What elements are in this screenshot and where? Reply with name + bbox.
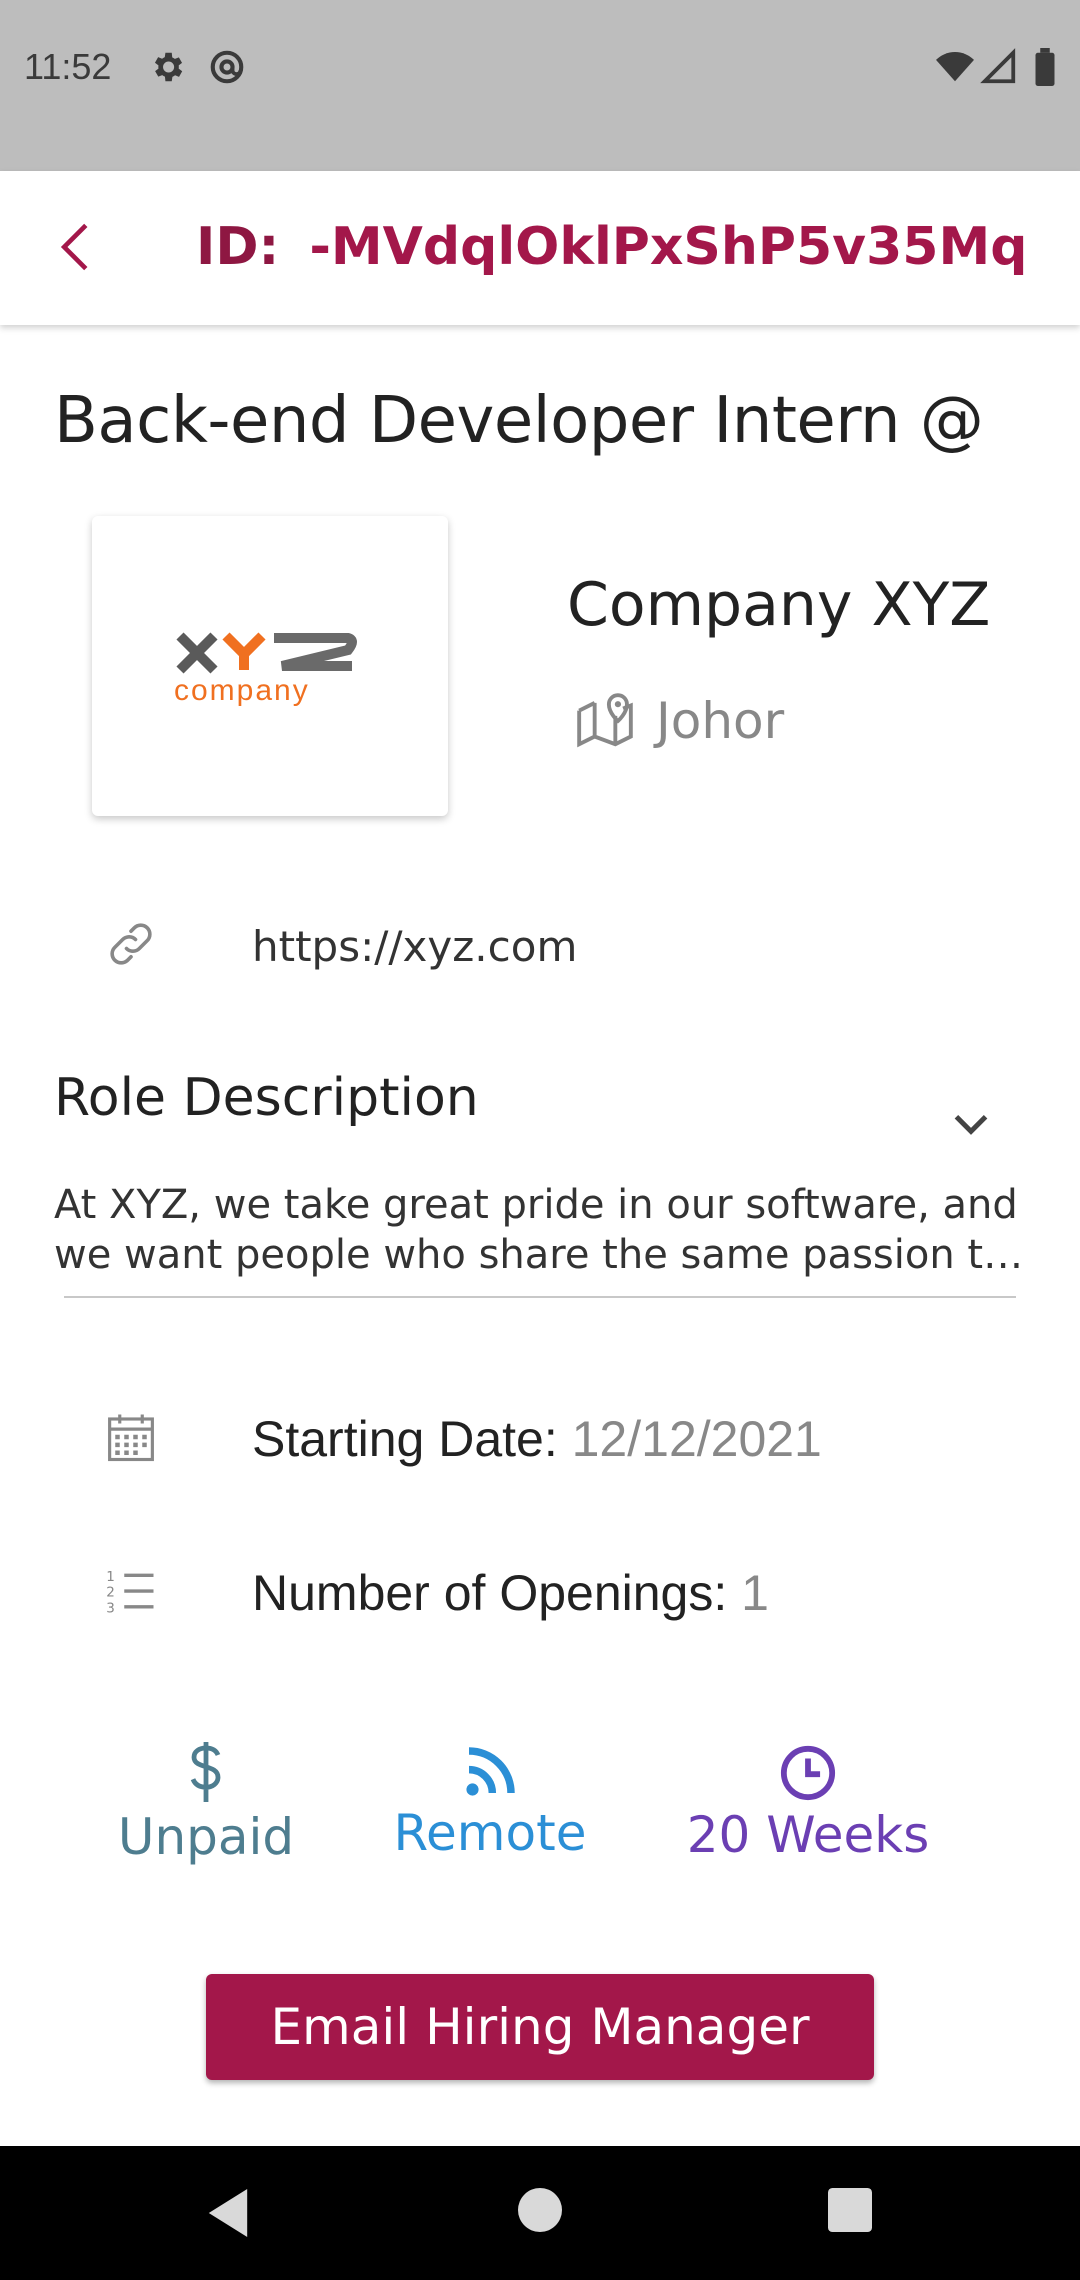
divider bbox=[64, 1296, 1016, 1298]
clock-icon bbox=[780, 1745, 836, 1801]
wifi-icon bbox=[936, 52, 974, 82]
starting-date-label: Starting Date: bbox=[252, 1411, 558, 1467]
starting-date-value: 12/12/2021 bbox=[571, 1411, 822, 1467]
svg-text:2: 2 bbox=[106, 1585, 115, 1601]
tag-label: Remote bbox=[393, 1804, 587, 1862]
at-sign-icon bbox=[210, 50, 244, 84]
starting-date: Starting Date: 12/12/2021 bbox=[252, 1410, 822, 1468]
role-description-line: we want people who share the same passio… bbox=[54, 1232, 1034, 1278]
status-bar: 11:52 bbox=[0, 0, 1080, 171]
tag-duration: 20 Weeks bbox=[670, 1744, 946, 1864]
battery-icon bbox=[1035, 48, 1055, 86]
back-button[interactable] bbox=[40, 207, 110, 287]
tag-label: Unpaid bbox=[117, 1808, 295, 1866]
page-title: ID: -MVdqlOklPxShP5v35Mq bbox=[196, 217, 1027, 277]
url-icon-wrap bbox=[104, 917, 158, 971]
settings-gear-icon bbox=[154, 52, 183, 82]
system-nav-bar bbox=[0, 2146, 1080, 2280]
company-name: Company XYZ bbox=[567, 570, 991, 640]
list-icon-wrap: 1 2 3 bbox=[104, 1564, 158, 1618]
company-logo-card: company bbox=[92, 516, 448, 816]
app-bar: ID: -MVdqlOklPxShP5v35Mq bbox=[0, 171, 1080, 325]
link-icon bbox=[110, 923, 152, 965]
tag-label: 20 Weeks bbox=[686, 1806, 930, 1864]
nav-back-icon[interactable] bbox=[204, 2186, 252, 2240]
svg-text:3: 3 bbox=[106, 1600, 115, 1616]
number-of-openings: Number of Openings: 1 bbox=[252, 1564, 769, 1622]
tag-unpaid: Unpaid bbox=[106, 1740, 306, 1866]
email-hiring-manager-button[interactable]: Email Hiring Manager bbox=[206, 1974, 874, 2080]
map-pin-icon bbox=[577, 693, 633, 748]
location: Johor bbox=[574, 690, 784, 752]
nav-recents-icon[interactable] bbox=[828, 2188, 872, 2232]
company-logo: company bbox=[174, 632, 357, 706]
svg-text:1: 1 bbox=[106, 1569, 115, 1585]
tag-remote: Remote bbox=[380, 1744, 600, 1862]
role-description-line: At XYZ, we take great pride in our softw… bbox=[54, 1182, 1018, 1228]
role-description-heading: Role Description bbox=[54, 1068, 479, 1128]
numbered-list-icon: 1 2 3 bbox=[106, 1569, 154, 1616]
id-label: ID: bbox=[196, 217, 280, 277]
cell-signal-icon bbox=[980, 48, 1016, 84]
calendar-icon-wrap bbox=[104, 1410, 158, 1464]
id-value: -MVdqlOklPxShP5v35Mq bbox=[309, 217, 1028, 277]
company-url-link[interactable]: https://xyz.com bbox=[252, 922, 577, 971]
rss-icon bbox=[466, 1747, 515, 1796]
openings-value: 1 bbox=[741, 1565, 769, 1621]
job-title: Back-end Developer Intern @ bbox=[54, 384, 984, 458]
status-time: 11:52 bbox=[24, 46, 112, 87]
expand-chevron-down-icon[interactable] bbox=[946, 1098, 996, 1148]
location-text: Johor bbox=[656, 692, 785, 750]
logo-subtext: company bbox=[174, 674, 310, 706]
openings-label: Number of Openings: bbox=[252, 1565, 728, 1621]
calendar-icon bbox=[108, 1414, 154, 1462]
dollar-icon bbox=[190, 1742, 221, 1802]
chevron-left-icon bbox=[60, 223, 88, 271]
role-description-text: At XYZ, we take great pride in our softw… bbox=[54, 1180, 1034, 1280]
nav-home-icon[interactable] bbox=[518, 2188, 562, 2232]
